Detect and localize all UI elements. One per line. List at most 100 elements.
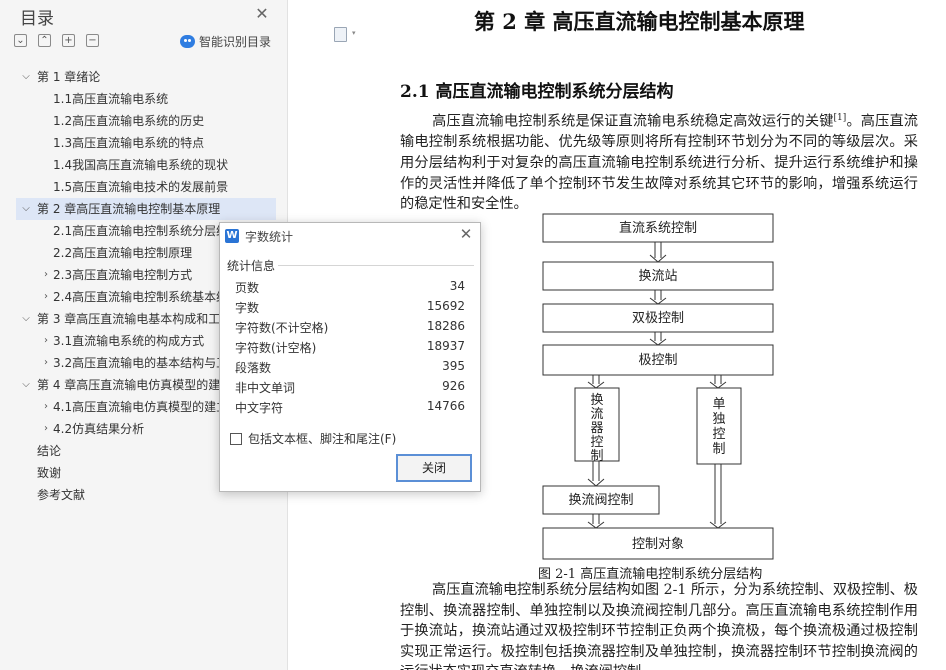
- diagram-box-label: 极控制: [638, 353, 677, 368]
- toc-item[interactable]: 1.4我国高压直流输电系统的现状: [16, 154, 276, 176]
- checkbox-label: 包括文本框、脚注和尾注(F): [248, 432, 397, 446]
- toc-item[interactable]: ⌵ 第 1 章绪论: [16, 66, 276, 88]
- stat-row: 字数 15692: [235, 299, 465, 319]
- stat-value: 18286: [426, 319, 465, 333]
- close-icon[interactable]: ✕: [458, 226, 474, 242]
- paragraph-text: 高压直流输电控制系统是保证直流输电系统稳定高效运行的关键: [432, 113, 834, 130]
- stat-label: 非中文单词: [235, 381, 296, 395]
- diagram-char: 单: [712, 397, 725, 412]
- expand-all-icon[interactable]: ⌃: [38, 34, 51, 47]
- stat-row: 页数 34: [235, 279, 465, 299]
- stat-row: 中文字符 14766: [235, 399, 465, 419]
- stat-label: 字数: [235, 301, 260, 315]
- toc-item[interactable]: ⌵ 第 2 章高压直流输电控制基本原理: [16, 198, 276, 220]
- chevron-down-icon[interactable]: ⌵: [20, 198, 32, 220]
- document-icon[interactable]: [334, 27, 356, 42]
- diagram-char: 控: [712, 427, 725, 442]
- diagram-box-label: 控制对象: [632, 537, 684, 552]
- stat-label: 页数: [235, 281, 260, 295]
- smart-recognize-icon: [180, 35, 195, 48]
- diagram-char: 控: [590, 435, 603, 450]
- stat-value: 395: [442, 359, 465, 373]
- divider: [278, 265, 474, 266]
- toc-item-label: 1.5高压直流输电技术的发展前景: [53, 180, 229, 194]
- checkbox-box[interactable]: [230, 432, 242, 445]
- close-icon[interactable]: ✕: [254, 6, 270, 22]
- toc-item-label: 2.3高压直流输电控制方式: [53, 268, 193, 282]
- toc-item[interactable]: 1.2高压直流输电系统的历史: [16, 110, 276, 132]
- paragraph: 高压直流输电控制系统分层结构如图 2-1 所示，分为系统控制、双极控制、极控制、…: [400, 580, 918, 670]
- diagram-char: 换: [590, 393, 603, 408]
- stat-value: 926: [442, 379, 465, 393]
- diagram-char: 制: [712, 442, 725, 457]
- toc-item-label: 第 4 章高压直流输电仿真模型的建立: [37, 378, 233, 392]
- chevron-down-icon[interactable]: ⌵: [20, 374, 32, 396]
- chevron-right-icon[interactable]: ›: [40, 418, 52, 440]
- stat-label: 中文字符: [235, 401, 284, 415]
- section-title: 2.1 高压直流输电控制系统分层结构: [400, 82, 674, 102]
- dialog-title: 字数统计: [245, 230, 294, 244]
- paragraph-text: 高压直流输电控制系统分层结构如图 2-1 所示，分为系统控制、双极控制、极控制、…: [400, 582, 918, 670]
- smart-recognize-label: 智能识别目录: [199, 35, 272, 49]
- diagram-box-label: 换流阀控制: [568, 493, 633, 508]
- stat-row: 字符数(不计空格) 18286: [235, 319, 465, 339]
- diagram-box-label: 双极控制: [632, 311, 684, 326]
- add-heading-icon[interactable]: +: [62, 34, 75, 47]
- wps-logo-icon: W: [225, 229, 239, 243]
- chevron-right-icon[interactable]: ›: [40, 264, 52, 286]
- toc-item-label: 2.2高压直流输电控制原理: [53, 246, 193, 260]
- diagram-char: 器: [590, 421, 603, 436]
- toc-item-label: 参考文献: [37, 488, 86, 502]
- stat-value: 34: [449, 279, 465, 293]
- toc-item-label: 3.1直流输电系统的构成方式: [53, 334, 205, 348]
- stats-group-label: 统计信息: [227, 259, 276, 273]
- toc-item-label: 1.3高压直流输电系统的特点: [53, 136, 205, 150]
- stat-row: 非中文单词 926: [235, 379, 465, 399]
- chevron-down-icon[interactable]: ⌵: [20, 66, 32, 88]
- close-button[interactable]: 关闭: [396, 454, 472, 482]
- diagram-box-label: 换流站: [638, 269, 677, 284]
- nav-title: 目录: [20, 9, 54, 29]
- diagram-char: 独: [712, 412, 725, 427]
- diagram-char: 流: [590, 407, 603, 422]
- chevron-right-icon[interactable]: ›: [40, 352, 52, 374]
- paragraph: 高压直流输电控制系统是保证直流输电系统稳定高效运行的关键[1]。高压直流输电控制…: [400, 108, 918, 215]
- diagram-box-label: 直流系统控制: [619, 221, 697, 236]
- toc-item[interactable]: 1.3高压直流输电系统的特点: [16, 132, 276, 154]
- nav-toolbar: ⌄ ⌃ + −: [14, 34, 99, 50]
- stat-label: 字符数(计空格): [235, 341, 317, 355]
- chevron-down-icon[interactable]: ⌵: [20, 308, 32, 330]
- toc-item-label: 1.2高压直流输电系统的历史: [53, 114, 205, 128]
- toc-item-label: 4.2仿真结果分析: [53, 422, 145, 436]
- toc-item-label: 2.4高压直流输电控制系统基本结构: [53, 290, 241, 304]
- stat-label: 字符数(不计空格): [235, 321, 329, 335]
- toc-item-label: 2.1高压直流输电控制系统分层结构: [53, 224, 241, 238]
- toc-item-label: 致谢: [37, 466, 62, 480]
- toc-item-label: 结论: [37, 444, 62, 458]
- smart-recognize-button[interactable]: 智能识别目录: [180, 33, 271, 50]
- toc-item-label: 第 1 章绪论: [37, 70, 101, 84]
- stat-value: 14766: [426, 399, 465, 413]
- collapse-all-icon[interactable]: ⌄: [14, 34, 27, 47]
- toc-item-label: 1.1高压直流输电系统: [53, 92, 169, 106]
- toc-item-label: 第 2 章高压直流输电控制基本原理: [37, 202, 221, 216]
- stat-value: 15692: [426, 299, 465, 313]
- stat-value: 18937: [426, 339, 465, 353]
- stat-label: 段落数: [235, 361, 272, 375]
- remove-heading-icon[interactable]: −: [86, 34, 99, 47]
- diagram-char: 制: [590, 449, 603, 464]
- toc-item-label: 4.1高压直流输电仿真模型的建立: [53, 400, 229, 414]
- citation: [1]: [833, 113, 847, 123]
- chevron-right-icon[interactable]: ›: [40, 396, 52, 418]
- chapter-title: 第 2 章 高压直流输电控制基本原理: [474, 9, 805, 34]
- word-count-dialog: W 字数统计 ✕ 统计信息 页数 34 字数 15692 字符数(不计空格) 1…: [219, 222, 481, 492]
- stat-row: 字符数(计空格) 18937: [235, 339, 465, 359]
- toc-item[interactable]: 1.5高压直流输电技术的发展前景: [16, 176, 276, 198]
- toc-item-label: 1.4我国高压直流输电系统的现状: [53, 158, 229, 172]
- toc-item[interactable]: 1.1高压直流输电系统: [16, 88, 276, 110]
- chevron-right-icon[interactable]: ›: [40, 286, 52, 308]
- hierarchy-diagram: 直流系统控制 换流站 双极控制 极控制 换 流 器 控 制 单 独 控 制 换流…: [542, 213, 774, 560]
- include-textbox-checkbox[interactable]: 包括文本框、脚注和尾注(F): [230, 430, 396, 447]
- stat-row: 段落数 395: [235, 359, 465, 379]
- chevron-right-icon[interactable]: ›: [40, 330, 52, 352]
